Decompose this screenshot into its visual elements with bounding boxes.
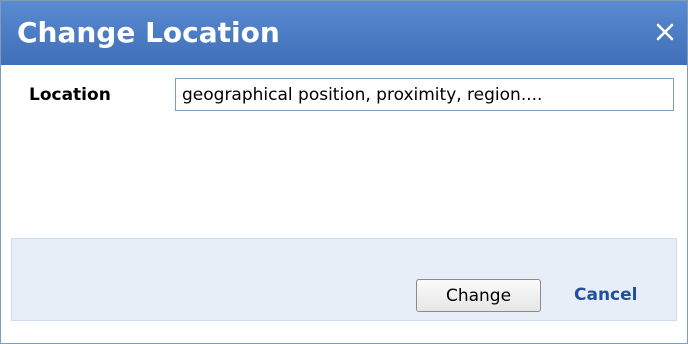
dialog-footer: Change Cancel bbox=[11, 238, 677, 321]
close-icon[interactable] bbox=[654, 21, 676, 43]
change-button[interactable]: Change bbox=[416, 279, 541, 312]
location-label: Location bbox=[29, 85, 111, 105]
change-location-dialog: Change Location Location Change Cancel bbox=[0, 0, 688, 344]
dialog-titlebar: Change Location bbox=[1, 1, 687, 65]
cancel-link[interactable]: Cancel bbox=[574, 283, 637, 307]
dialog-title: Change Location bbox=[17, 16, 280, 49]
location-input[interactable] bbox=[175, 78, 674, 111]
